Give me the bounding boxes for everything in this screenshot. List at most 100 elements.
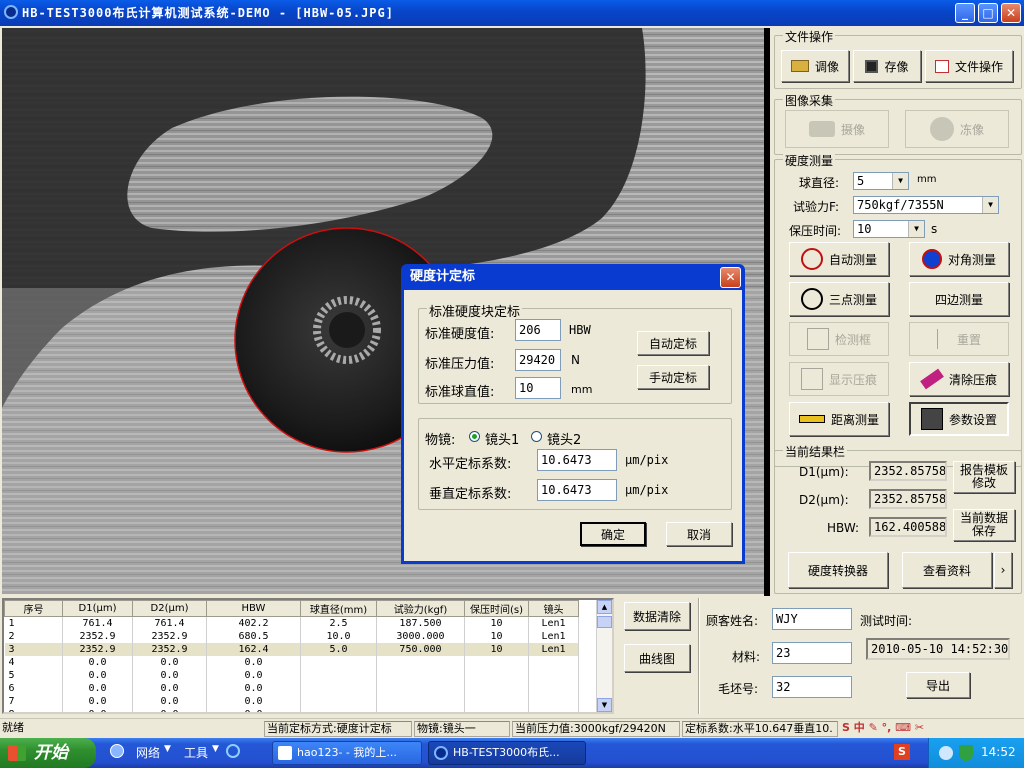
chevron-down-icon[interactable]: ▼ bbox=[212, 744, 219, 754]
file-operation-button[interactable]: 文件操作 bbox=[925, 50, 1013, 82]
grid-icon bbox=[800, 368, 823, 390]
minimize-button[interactable]: _ bbox=[955, 3, 975, 23]
app-icon bbox=[4, 5, 18, 19]
detect-frame-button[interactable]: 检测框 bbox=[789, 322, 889, 356]
save-image-button[interactable]: 存像 bbox=[853, 50, 921, 82]
auto-calibrate-button[interactable]: 自动定标 bbox=[637, 331, 709, 355]
report-template-button[interactable]: 报告模板修改 bbox=[953, 461, 1015, 493]
blank-number-input[interactable]: 32 bbox=[772, 676, 852, 698]
table-row[interactable]: 4 0.0 0.0 0.0 bbox=[4, 655, 579, 669]
network-tray-icon[interactable] bbox=[939, 746, 953, 760]
column-header[interactable]: 球直径(mm) bbox=[300, 600, 377, 617]
table-row[interactable]: 7 0.0 0.0 0.0 bbox=[4, 694, 579, 708]
table-row[interactable]: 8 0.0 0.0 0.0 bbox=[4, 707, 579, 712]
column-header[interactable]: HBW bbox=[206, 600, 301, 617]
column-header[interactable]: D2(μm) bbox=[132, 600, 207, 617]
lens1-label: 镜头1 bbox=[485, 433, 520, 448]
curve-chart-button[interactable]: 曲线图 bbox=[624, 644, 690, 672]
column-header[interactable]: 序号 bbox=[4, 600, 63, 617]
title-bar[interactable]: HB-TEST3000布氏计算机测试系统-DEMO - [HBW-05.JPG]… bbox=[0, 0, 1024, 26]
save-current-data-button[interactable]: 当前数据保存 bbox=[953, 509, 1015, 541]
taskbar-item-browser[interactable]: hao123- - 我的上... bbox=[272, 741, 422, 765]
test-time-label: 测试时间: bbox=[860, 614, 913, 628]
ok-button[interactable]: 确定 bbox=[580, 522, 646, 546]
sogou-icon[interactable]: S bbox=[894, 744, 910, 760]
ball-diameter-select[interactable]: 5 ▼ bbox=[853, 172, 909, 190]
horizontal-coef-input[interactable]: 10.6473 bbox=[537, 449, 617, 471]
hardness-converter-button[interactable]: 硬度转换器 bbox=[788, 552, 888, 588]
maximize-button[interactable]: □ bbox=[978, 3, 998, 23]
results-table[interactable]: 序号 D1(μm) D2(μm) HBW 球直径(mm) 试验力(kgf) 保压时间(s) 镜… bbox=[2, 598, 614, 714]
standard-block-title: 标准硬度块定标 bbox=[427, 301, 523, 320]
show-indent-button[interactable]: 显示压痕 bbox=[789, 362, 889, 396]
three-point-icon bbox=[800, 288, 823, 310]
table-scrollbar[interactable]: ▲ ▼ bbox=[596, 600, 612, 712]
status-calibration-mode: 当前定标方式:硬度计定标 bbox=[264, 721, 412, 737]
ball-diameter-label: 球直径: bbox=[799, 176, 840, 190]
distance-measure-button[interactable]: 距离测量 bbox=[789, 402, 889, 436]
std-ball-label: 标准球直值: bbox=[425, 385, 495, 400]
shield-icon[interactable] bbox=[959, 745, 973, 761]
floppy-disk-icon bbox=[865, 59, 879, 73]
blank-number-label: 毛坯号: bbox=[718, 682, 759, 696]
manual-calibrate-button[interactable]: 手动定标 bbox=[637, 365, 709, 389]
export-button[interactable]: 导出 bbox=[906, 672, 970, 698]
start-button[interactable]: 开始 bbox=[0, 738, 96, 768]
dialog-close-button[interactable]: ✕ bbox=[720, 267, 741, 288]
three-point-measure-button[interactable]: 三点测量 bbox=[789, 282, 889, 316]
column-header[interactable]: 保压时间(s) bbox=[464, 600, 529, 617]
table-cell: 0.0 bbox=[62, 668, 133, 682]
ime-toolbar-icon[interactable]: S 中 ✎ °, ⌨ ✂ bbox=[840, 721, 952, 737]
taskbar-item-hbtest[interactable]: HB-TEST3000布氏... bbox=[428, 741, 586, 765]
diagonal-measure-button[interactable]: 对角测量 bbox=[909, 242, 1009, 276]
more-arrow-button[interactable]: › bbox=[994, 552, 1012, 588]
cancel-button[interactable]: 取消 bbox=[666, 522, 732, 546]
load-image-button[interactable]: 调像 bbox=[781, 50, 849, 82]
test-force-select[interactable]: 750kgf/7355N ▼ bbox=[853, 196, 999, 214]
clear-data-button[interactable]: 数据清除 bbox=[624, 602, 690, 630]
chevron-down-icon[interactable]: ▼ bbox=[164, 744, 171, 754]
lens2-radio[interactable] bbox=[531, 431, 542, 442]
view-info-button[interactable]: 查看资料 bbox=[902, 552, 992, 588]
material-input[interactable]: 23 bbox=[772, 642, 852, 664]
reset-button[interactable]: 重置 bbox=[909, 322, 1009, 356]
table-cell bbox=[376, 694, 465, 708]
auto-measure-button[interactable]: 自动测量 bbox=[789, 242, 889, 276]
column-header[interactable]: 镜头 bbox=[528, 600, 579, 617]
scroll-up-icon[interactable]: ▲ bbox=[597, 600, 612, 614]
network-icon[interactable] bbox=[110, 744, 124, 758]
dialog-body: 标准硬度块定标 标准硬度值: 206 HBW 标准压力值: 29420 N 标准… bbox=[404, 290, 742, 561]
network-label[interactable]: 网络 bbox=[136, 744, 160, 761]
std-hardness-input[interactable]: 206 bbox=[515, 319, 561, 341]
hold-time-select[interactable]: 10 ▼ bbox=[853, 220, 925, 238]
table-cell: 10 bbox=[464, 642, 529, 656]
scroll-thumb[interactable] bbox=[597, 616, 612, 628]
parameter-settings-button[interactable]: 参数设置 bbox=[909, 402, 1009, 436]
capture-button[interactable]: 摄像 bbox=[785, 110, 889, 148]
lens1-radio[interactable] bbox=[469, 431, 480, 442]
clear-indent-button[interactable]: 清除压痕 bbox=[909, 362, 1009, 396]
table-row[interactable]: 3 2352.9 2352.9 162.4 5.0 750.000 10 Len1 bbox=[4, 642, 579, 656]
table-cell: 0.0 bbox=[206, 694, 301, 708]
eraser-icon bbox=[920, 368, 944, 390]
four-side-measure-button[interactable]: 四边测量 bbox=[909, 282, 1009, 316]
hold-time-unit: s bbox=[931, 222, 938, 236]
column-header[interactable]: D1(μm) bbox=[62, 600, 133, 617]
ie-icon[interactable] bbox=[226, 744, 240, 758]
table-row[interactable]: 1 761.4 761.4 402.2 2.5 187.500 10 Len1 bbox=[4, 616, 579, 630]
table-cell: 0.0 bbox=[132, 681, 207, 695]
std-hardness-label: 标准硬度值: bbox=[425, 327, 495, 342]
freeze-button[interactable]: 冻像 bbox=[905, 110, 1009, 148]
table-row[interactable]: 5 0.0 0.0 0.0 bbox=[4, 668, 579, 682]
table-row[interactable]: 6 0.0 0.0 0.0 bbox=[4, 681, 579, 695]
vertical-coef-input[interactable]: 10.6473 bbox=[537, 479, 617, 501]
tools-label[interactable]: 工具 bbox=[184, 744, 208, 761]
close-button[interactable]: ✕ bbox=[1001, 3, 1021, 23]
std-ball-input[interactable]: 10 bbox=[515, 377, 561, 399]
customer-name-input[interactable]: WJY bbox=[772, 608, 852, 630]
table-row[interactable]: 2 2352.9 2352.9 680.5 10.0 3000.000 10 Len1 bbox=[4, 629, 579, 643]
table-cell bbox=[464, 655, 529, 669]
column-header[interactable]: 试验力(kgf) bbox=[376, 600, 465, 617]
std-pressure-input[interactable]: 29420 bbox=[515, 349, 561, 371]
scroll-down-icon[interactable]: ▼ bbox=[597, 698, 612, 712]
